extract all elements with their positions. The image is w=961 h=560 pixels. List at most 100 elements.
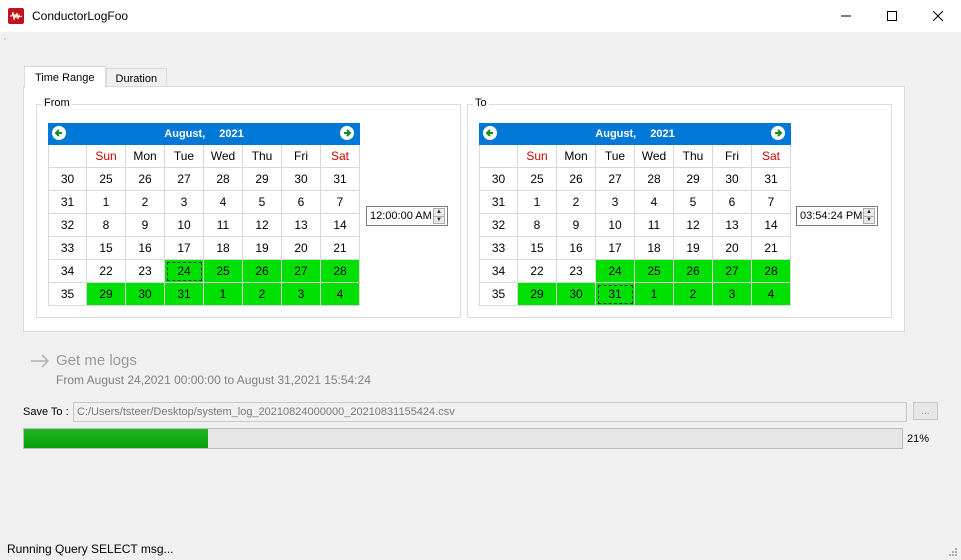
calendar-day[interactable]: 25 bbox=[635, 260, 674, 283]
calendar-day[interactable]: 26 bbox=[243, 260, 282, 283]
calendar-day[interactable]: 2 bbox=[243, 283, 282, 306]
calendar-day[interactable]: 4 bbox=[321, 283, 360, 306]
calendar-day[interactable]: 11 bbox=[204, 214, 243, 237]
calendar-day[interactable]: 10 bbox=[165, 214, 204, 237]
calendar-day[interactable]: 22 bbox=[87, 260, 126, 283]
calendar-day[interactable]: 4 bbox=[635, 191, 674, 214]
calendar-day[interactable]: 11 bbox=[635, 214, 674, 237]
calendar-day[interactable]: 3 bbox=[282, 283, 321, 306]
calendar-day[interactable]: 26 bbox=[126, 168, 165, 191]
calendar-day[interactable]: 14 bbox=[752, 214, 791, 237]
calendar-day[interactable]: 21 bbox=[321, 237, 360, 260]
calendar-day[interactable]: 14 bbox=[321, 214, 360, 237]
from-calendar[interactable]: August, 2021 Sun Mon Tue Wed Thu Fri Sat 30 25 26… bbox=[48, 123, 360, 306]
calendar-day[interactable]: 19 bbox=[674, 237, 713, 260]
calendar-day[interactable]: 27 bbox=[596, 168, 635, 191]
calendar-day[interactable]: 31 bbox=[165, 283, 204, 306]
calendar-day[interactable]: 31 bbox=[596, 283, 635, 306]
resize-grip-icon[interactable] bbox=[948, 547, 958, 557]
minimize-button[interactable] bbox=[823, 0, 869, 32]
calendar-day[interactable]: 12 bbox=[243, 214, 282, 237]
save-path-field[interactable]: C:/Users/tsteer/Desktop/system_log_20210… bbox=[73, 402, 907, 422]
calendar-day[interactable]: 9 bbox=[126, 214, 165, 237]
calendar-day[interactable]: 24 bbox=[596, 260, 635, 283]
from-time-value[interactable]: 12:00:00 AM bbox=[367, 210, 433, 222]
from-time-picker[interactable]: 12:00:00 AM ▲ ▼ bbox=[366, 206, 448, 226]
year-label[interactable]: 2021 bbox=[219, 128, 243, 140]
calendar-day[interactable]: 12 bbox=[674, 214, 713, 237]
calendar-day[interactable]: 30 bbox=[713, 168, 752, 191]
calendar-day[interactable]: 24 bbox=[165, 260, 204, 283]
calendar-day[interactable]: 31 bbox=[752, 168, 791, 191]
to-time-picker[interactable]: 03:54:24 PM ▲ ▼ bbox=[796, 206, 878, 226]
prev-month-button[interactable] bbox=[483, 126, 497, 140]
tab-time-range[interactable]: Time Range bbox=[24, 66, 106, 88]
calendar-day[interactable]: 18 bbox=[204, 237, 243, 260]
calendar-day[interactable]: 16 bbox=[557, 237, 596, 260]
calendar-day[interactable]: 8 bbox=[87, 214, 126, 237]
calendar-day[interactable]: 2 bbox=[674, 283, 713, 306]
next-month-button[interactable] bbox=[771, 126, 785, 140]
calendar-day[interactable]: 28 bbox=[752, 260, 791, 283]
calendar-day[interactable]: 26 bbox=[557, 168, 596, 191]
calendar-day[interactable]: 3 bbox=[713, 283, 752, 306]
calendar-day[interactable]: 13 bbox=[713, 214, 752, 237]
calendar-day[interactable]: 2 bbox=[126, 191, 165, 214]
tab-duration[interactable]: Duration bbox=[105, 68, 168, 88]
calendar-day[interactable]: 30 bbox=[557, 283, 596, 306]
calendar-day[interactable]: 20 bbox=[282, 237, 321, 260]
calendar-day[interactable]: 26 bbox=[674, 260, 713, 283]
calendar-day[interactable]: 28 bbox=[635, 168, 674, 191]
spin-down-icon[interactable]: ▼ bbox=[864, 215, 874, 224]
calendar-day[interactable]: 29 bbox=[87, 283, 126, 306]
calendar-day[interactable]: 25 bbox=[518, 168, 557, 191]
calendar-day[interactable]: 30 bbox=[282, 168, 321, 191]
calendar-day[interactable]: 16 bbox=[126, 237, 165, 260]
calendar-day[interactable]: 22 bbox=[518, 260, 557, 283]
browse-button[interactable]: ... bbox=[913, 402, 938, 420]
calendar-day[interactable]: 5 bbox=[674, 191, 713, 214]
calendar-day[interactable]: 23 bbox=[557, 260, 596, 283]
to-time-spinner[interactable]: ▲ ▼ bbox=[863, 208, 875, 224]
calendar-day[interactable]: 31 bbox=[321, 168, 360, 191]
calendar-day[interactable]: 27 bbox=[713, 260, 752, 283]
calendar-day[interactable]: 13 bbox=[282, 214, 321, 237]
calendar-day[interactable]: 1 bbox=[87, 191, 126, 214]
calendar-day[interactable]: 29 bbox=[518, 283, 557, 306]
calendar-day[interactable]: 7 bbox=[321, 191, 360, 214]
calendar-day[interactable]: 17 bbox=[596, 237, 635, 260]
calendar-day[interactable]: 28 bbox=[321, 260, 360, 283]
calendar-day[interactable]: 3 bbox=[596, 191, 635, 214]
calendar-day[interactable]: 18 bbox=[635, 237, 674, 260]
calendar-day[interactable]: 15 bbox=[518, 237, 557, 260]
year-label[interactable]: 2021 bbox=[650, 128, 674, 140]
calendar-day[interactable]: 2 bbox=[557, 191, 596, 214]
spin-down-icon[interactable]: ▼ bbox=[434, 215, 444, 224]
calendar-day[interactable]: 17 bbox=[165, 237, 204, 260]
month-label[interactable]: August, bbox=[595, 128, 636, 140]
calendar-day[interactable]: 6 bbox=[713, 191, 752, 214]
calendar-day[interactable]: 21 bbox=[752, 237, 791, 260]
to-time-value[interactable]: 03:54:24 PM bbox=[797, 210, 863, 222]
calendar-day[interactable]: 23 bbox=[126, 260, 165, 283]
calendar-day[interactable]: 8 bbox=[518, 214, 557, 237]
calendar-day[interactable]: 27 bbox=[165, 168, 204, 191]
calendar-day[interactable]: 1 bbox=[635, 283, 674, 306]
calendar-day[interactable]: 28 bbox=[204, 168, 243, 191]
get-logs-button[interactable]: Get me logs bbox=[30, 352, 137, 369]
calendar-day[interactable]: 4 bbox=[752, 283, 791, 306]
calendar-day[interactable]: 19 bbox=[243, 237, 282, 260]
calendar-day[interactable]: 29 bbox=[674, 168, 713, 191]
calendar-day[interactable]: 15 bbox=[87, 237, 126, 260]
calendar-day[interactable]: 29 bbox=[243, 168, 282, 191]
calendar-day[interactable]: 25 bbox=[204, 260, 243, 283]
calendar-day[interactable]: 20 bbox=[713, 237, 752, 260]
maximize-button[interactable] bbox=[869, 0, 915, 32]
calendar-day[interactable]: 5 bbox=[243, 191, 282, 214]
next-month-button[interactable] bbox=[340, 126, 354, 140]
calendar-day[interactable]: 7 bbox=[752, 191, 791, 214]
close-button[interactable] bbox=[915, 0, 961, 32]
to-calendar[interactable]: August, 2021 Sun Mon Tue Wed Thu Fri Sat 30 25 26… bbox=[479, 123, 791, 306]
from-time-spinner[interactable]: ▲ ▼ bbox=[433, 208, 445, 224]
calendar-day[interactable]: 3 bbox=[165, 191, 204, 214]
